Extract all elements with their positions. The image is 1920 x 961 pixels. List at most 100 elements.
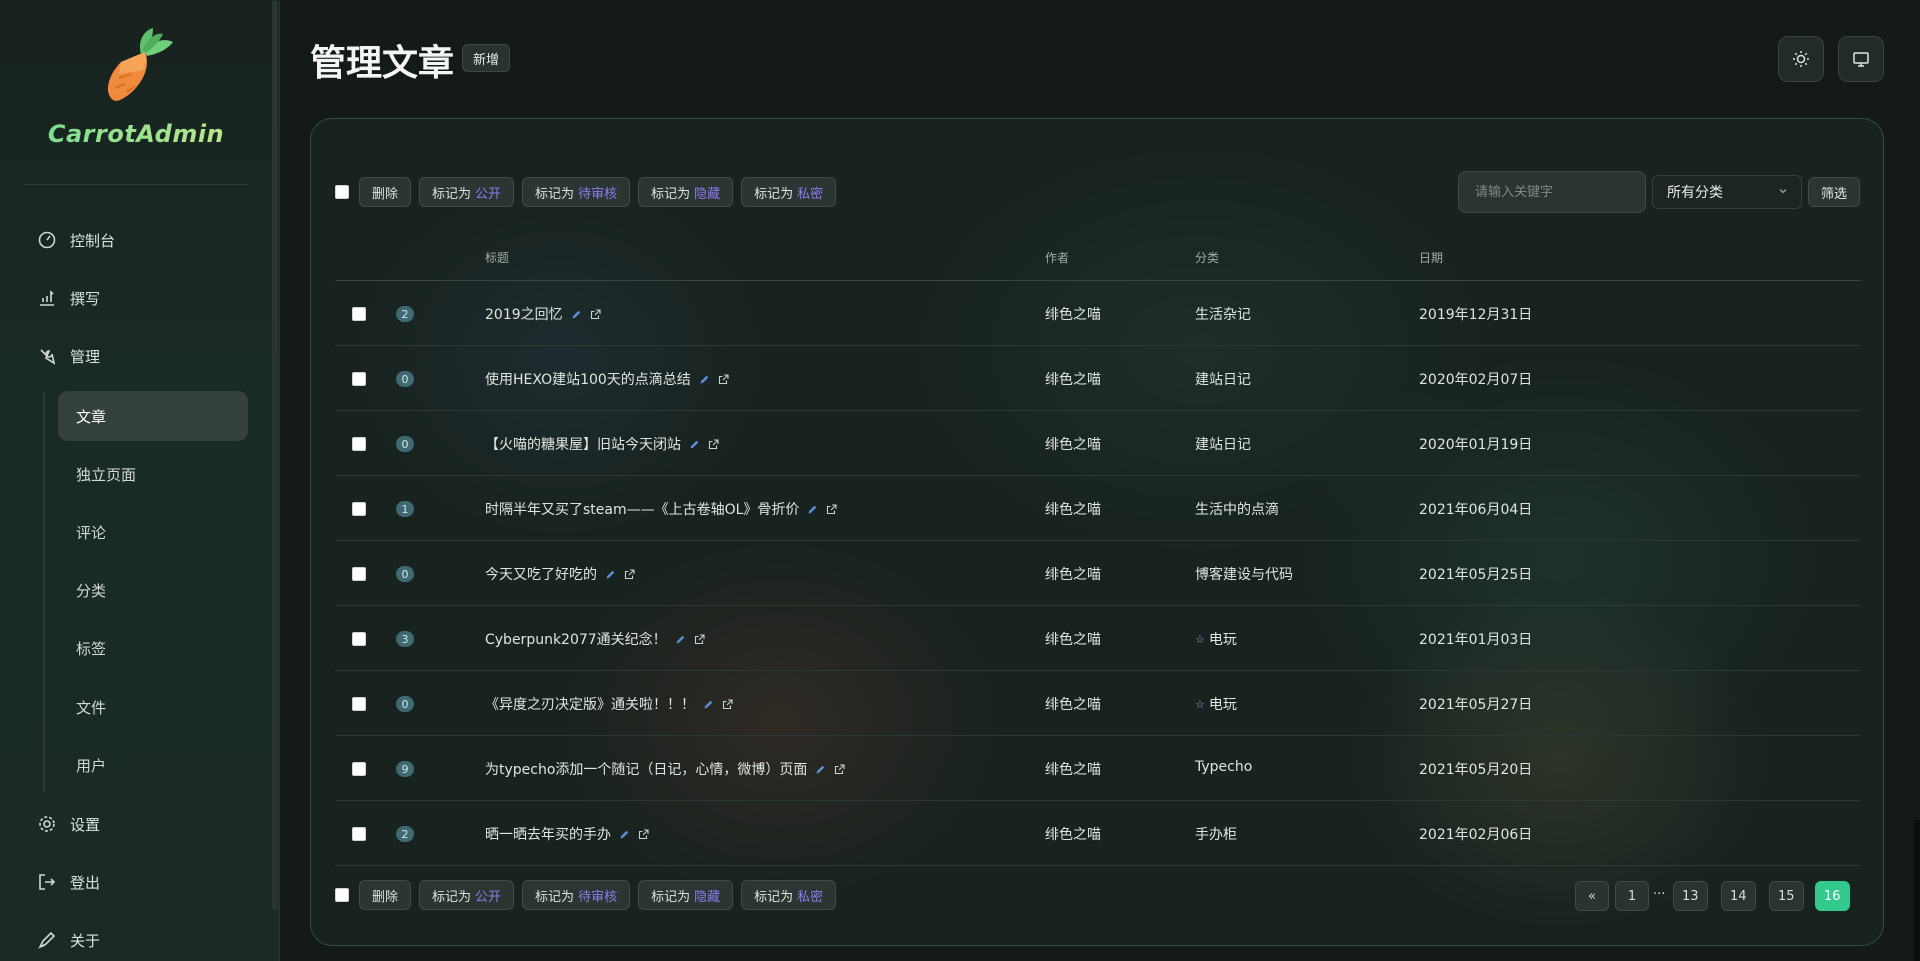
sidebar-sub-categories[interactable]: 分类 <box>58 565 248 615</box>
comment-count-badge[interactable]: 9 <box>396 761 414 777</box>
mark-public-label: 公开 <box>475 186 502 202</box>
author-cell: 绯色之喵 <box>1045 502 1101 518</box>
sidebar-item-dashboard[interactable]: 控制台 <box>36 220 115 260</box>
sidebar-sub-comments[interactable]: 评论 <box>58 507 248 557</box>
article-title-link[interactable]: 为typecho添加一个随记（日记，心情，微博）页面 <box>485 759 807 779</box>
row-checkbox[interactable] <box>352 502 366 516</box>
select-all-checkbox[interactable] <box>335 185 349 199</box>
sidebar-item-settings[interactable]: 设置 <box>36 804 100 844</box>
search-input[interactable] <box>1458 171 1646 213</box>
date-cell: 2021年01月03日 <box>1419 632 1533 648</box>
comment-count-badge[interactable]: 0 <box>396 436 414 452</box>
category-label: 建站日记 <box>1195 437 1251 453</box>
sidebar-sub-articles[interactable]: 文章 <box>58 391 248 441</box>
sun-icon <box>1793 51 1809 67</box>
sidebar-sub-tags[interactable]: 标签 <box>58 623 248 673</box>
row-checkbox[interactable] <box>352 632 366 646</box>
external-link-icon[interactable] <box>718 373 729 385</box>
sidebar-sub-users[interactable]: 用户 <box>58 740 248 790</box>
mark-pending-button[interactable]: 标记为 待审核 <box>522 177 631 207</box>
external-link-icon[interactable] <box>708 438 719 450</box>
edit-icon[interactable] <box>699 374 710 385</box>
external-link-icon[interactable] <box>624 568 635 580</box>
comment-count-badge[interactable]: 3 <box>396 631 414 647</box>
mark-private-button[interactable]: 标记为 私密 <box>741 880 837 910</box>
edit-icon[interactable] <box>571 309 582 320</box>
window-edge <box>1914 820 1920 961</box>
row-checkbox[interactable] <box>352 762 366 776</box>
comment-count-badge[interactable]: 2 <box>396 826 414 842</box>
page-button-current[interactable]: 16 <box>1815 881 1850 911</box>
external-link-icon[interactable] <box>638 828 649 840</box>
external-link-icon[interactable] <box>834 763 845 775</box>
edit-icon[interactable] <box>605 569 616 580</box>
gear-icon <box>36 813 58 835</box>
comment-count-badge[interactable]: 0 <box>396 566 414 582</box>
sidebar-sub-files[interactable]: 文件 <box>58 682 248 732</box>
filter-button[interactable]: 筛选 <box>1808 177 1861 207</box>
page-button[interactable]: 14 <box>1721 881 1756 911</box>
mark-pending-button[interactable]: 标记为 待审核 <box>522 880 631 910</box>
sidebar-item-manage[interactable]: 管理 <box>36 336 100 376</box>
article-title-link[interactable]: 使用HEXO建站100天的点滴总结 <box>485 369 691 389</box>
sidebar-sub-label: 用户 <box>76 756 107 775</box>
row-checkbox[interactable] <box>352 567 366 581</box>
sidebar-scrollbar[interactable] <box>272 0 278 910</box>
theme-toggle-button[interactable] <box>1778 36 1824 82</box>
dashboard-icon <box>36 229 58 251</box>
page-prev-button[interactable]: « <box>1575 881 1609 911</box>
row-checkbox[interactable] <box>352 307 366 321</box>
table-header: 标题 作者 分类 日期 <box>335 235 1861 281</box>
comment-count-badge[interactable]: 2 <box>396 306 414 322</box>
sidebar-item-about[interactable]: 关于 <box>36 920 100 960</box>
edit-icon[interactable] <box>815 764 826 775</box>
date-cell: 2021年06月04日 <box>1419 502 1533 518</box>
edit-icon[interactable] <box>689 439 700 450</box>
category-select[interactable]: 所有分类 <box>1652 175 1802 209</box>
page-button[interactable]: 15 <box>1769 881 1804 911</box>
article-title-link[interactable]: Cyberpunk2077通关纪念！ <box>485 629 667 649</box>
date-cell: 2020年02月07日 <box>1419 372 1533 388</box>
article-title-link[interactable]: 《异度之刃决定版》通关啦！！！ <box>485 694 695 714</box>
mark-private-button[interactable]: 标记为 私密 <box>741 177 837 207</box>
monitor-button[interactable] <box>1838 36 1884 82</box>
article-title-cell: 今天又吃了好吃的 <box>485 564 635 584</box>
delete-button[interactable]: 删除 <box>359 880 412 910</box>
sidebar-sub-pages[interactable]: 独立页面 <box>58 449 248 499</box>
sidebar-item-logout[interactable]: 登出 <box>36 862 100 902</box>
article-title-link[interactable]: 【火喵的糖果屋】旧站今天闭站 <box>485 434 681 454</box>
row-checkbox[interactable] <box>352 697 366 711</box>
mark-public-button[interactable]: 标记为 公开 <box>419 880 515 910</box>
author-cell: 绯色之喵 <box>1045 372 1101 388</box>
mark-public-button[interactable]: 标记为 公开 <box>419 177 515 207</box>
row-checkbox[interactable] <box>352 437 366 451</box>
edit-icon[interactable] <box>675 634 686 645</box>
article-title-link[interactable]: 时隔半年又买了steam——《上古卷轴OL》骨折价 <box>485 499 799 519</box>
external-link-icon[interactable] <box>722 698 733 710</box>
article-title-link[interactable]: 2019之回忆 <box>485 304 563 324</box>
add-article-button[interactable]: 新增 <box>462 44 511 72</box>
external-link-icon[interactable] <box>590 308 601 320</box>
category-cell: ☆ 电玩 <box>1195 629 1237 649</box>
page-button[interactable]: 1 <box>1615 881 1649 911</box>
comment-count-badge[interactable]: 1 <box>396 501 414 517</box>
delete-button[interactable]: 删除 <box>359 177 412 207</box>
external-link-icon[interactable] <box>694 633 705 645</box>
external-link-icon[interactable] <box>826 503 837 515</box>
comment-count-badge[interactable]: 0 <box>396 371 414 387</box>
mark-hidden-button[interactable]: 标记为 隐藏 <box>638 177 734 207</box>
sidebar-sub-label: 标签 <box>76 639 107 658</box>
edit-icon[interactable] <box>703 699 714 710</box>
row-checkbox[interactable] <box>352 827 366 841</box>
edit-icon[interactable] <box>619 829 630 840</box>
row-checkbox[interactable] <box>352 372 366 386</box>
article-title-link[interactable]: 晒一晒去年买的手办 <box>485 824 611 844</box>
page-button[interactable]: 13 <box>1673 881 1708 911</box>
subnav-line <box>43 392 45 792</box>
sidebar-item-write[interactable]: 撰写 <box>36 278 100 318</box>
select-all-checkbox[interactable] <box>335 888 349 902</box>
article-title-link[interactable]: 今天又吃了好吃的 <box>485 564 597 584</box>
mark-hidden-button[interactable]: 标记为 隐藏 <box>638 880 734 910</box>
comment-count-badge[interactable]: 0 <box>396 696 414 712</box>
edit-icon[interactable] <box>807 504 818 515</box>
